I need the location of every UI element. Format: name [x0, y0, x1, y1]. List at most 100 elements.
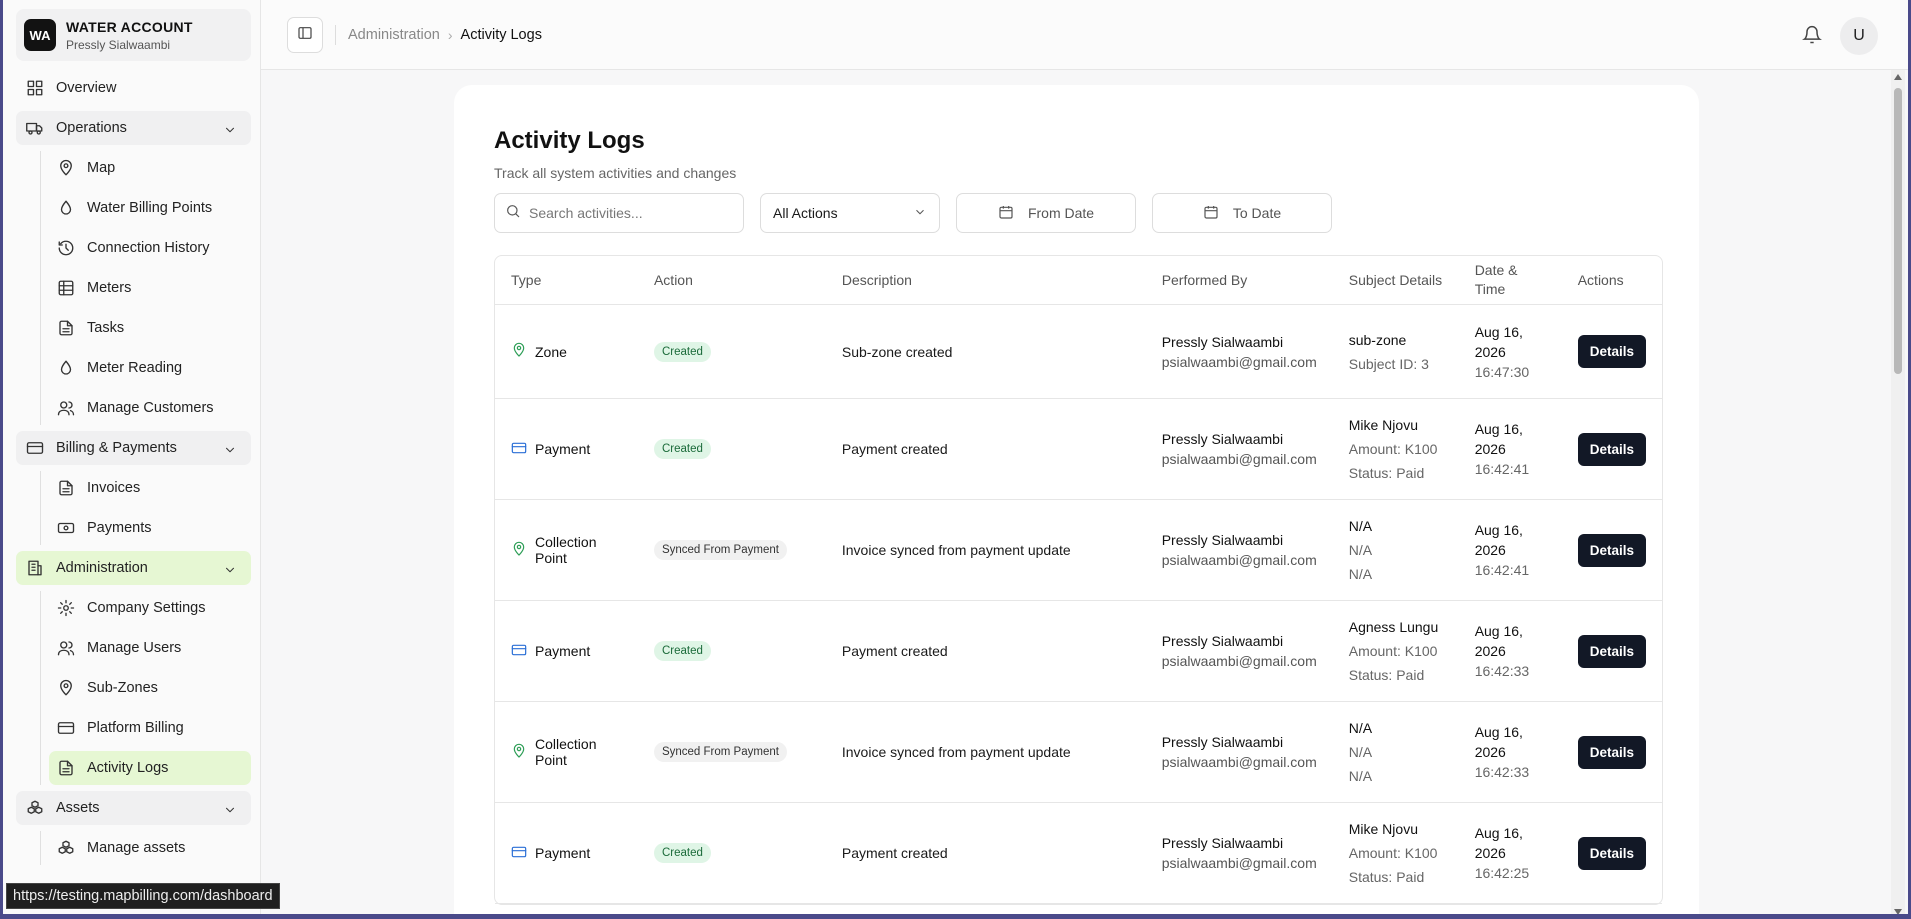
subject-detail-line: N/A [1348, 744, 1373, 760]
type-label: Collection Point [535, 736, 597, 768]
sidebar-item-label: Overview [56, 80, 117, 96]
details-button[interactable]: Details [1577, 432, 1646, 466]
type-cell: Payment [495, 399, 638, 500]
sidebar-toggle-button[interactable] [287, 16, 323, 53]
bell-icon[interactable] [1802, 25, 1822, 50]
sidebar-item-overview[interactable]: Overview [16, 71, 251, 105]
sidebar-item-label: Payments [87, 520, 152, 536]
map-pin-icon [511, 541, 527, 560]
history-icon [57, 239, 75, 257]
scrollbar-thumb[interactable] [1894, 88, 1902, 374]
sidebar-item-label: Company Settings [87, 600, 206, 616]
date-time-cell: Aug 16, 2026 16:42:41 [1458, 500, 1562, 601]
sidebar-item-platform-billing[interactable]: Platform Billing [49, 711, 251, 745]
action-badge: Created [653, 341, 711, 362]
sidebar-item-map[interactable]: Map [49, 151, 251, 185]
sidebar-item-payments[interactable]: Payments [49, 511, 251, 545]
actions-cell: Details [1561, 305, 1662, 399]
details-button[interactable]: Details [1577, 335, 1646, 368]
column-header-actions: Actions [1561, 256, 1662, 305]
account-switcher[interactable]: WA WATER ACCOUNT Pressly Sialwaambi [16, 9, 251, 61]
droplet-icon [57, 199, 75, 217]
date-time-cell: Aug 16, 2026 16:42:25 [1458, 803, 1562, 904]
details-button[interactable]: Details [1577, 836, 1646, 870]
boxes-icon [57, 839, 75, 857]
sidebar-item-manage-assets[interactable]: Manage assets [49, 831, 251, 865]
sidebar-item-manage-customers[interactable]: Manage Customers [49, 391, 251, 425]
sidebar-group-assets[interactable]: Assets [16, 791, 251, 825]
map-pin-icon [511, 743, 527, 762]
actions-cell: Details [1561, 399, 1662, 500]
activity-logs-card: Activity Logs Track all system activitie… [454, 85, 1699, 919]
sidebar-item-sub-zones[interactable]: Sub-Zones [49, 671, 251, 705]
date-text: Aug 16, 2026 [1474, 724, 1523, 760]
sidebar-item-invoices[interactable]: Invoices [49, 471, 251, 505]
details-button[interactable]: Details [1577, 634, 1646, 668]
panel-left-icon [297, 25, 313, 44]
boxes-icon [26, 799, 44, 817]
subject-detail-line: N/A [1348, 720, 1373, 736]
sidebar-item-label: Platform Billing [87, 720, 184, 736]
breadcrumb-parent[interactable]: Administration [348, 27, 440, 43]
credit-card-icon [511, 440, 527, 459]
sidebar-group-billing[interactable]: Billing & Payments [16, 431, 251, 465]
sidebar-item-tasks[interactable]: Tasks [49, 311, 251, 345]
performer-email: psialwaambi@gmail.com [1161, 353, 1317, 370]
from-date-button[interactable]: From Date [956, 193, 1136, 233]
file-text-icon [57, 759, 75, 777]
search-box [494, 193, 744, 233]
billing-submenu: Invoices Payments [40, 471, 251, 545]
search-input[interactable] [529, 205, 729, 221]
performer-email: psialwaambi@gmail.com [1161, 451, 1317, 467]
performer-email: psialwaambi@gmail.com [1161, 754, 1317, 770]
sidebar-item-meter-reading[interactable]: Meter Reading [49, 351, 251, 385]
users-icon [57, 639, 75, 657]
subject-detail-line: N/A [1348, 768, 1373, 784]
avatar[interactable]: U [1840, 17, 1878, 55]
vertical-scrollbar[interactable] [1891, 70, 1905, 919]
chevron-down-icon [221, 121, 239, 139]
from-date-label: From Date [1027, 205, 1095, 221]
subject-detail-line: Status: Paid [1348, 869, 1425, 885]
users-icon [57, 399, 75, 417]
type-cell: Collection Point [495, 500, 638, 601]
to-date-button[interactable]: To Date [1152, 193, 1332, 233]
details-button[interactable]: Details [1577, 533, 1646, 567]
subject-detail-line: Status: Paid [1348, 667, 1425, 683]
performer-email: psialwaambi@gmail.com [1161, 653, 1317, 669]
page-subtitle: Track all system activities and changes [494, 165, 737, 181]
sidebar-group-operations[interactable]: Operations [16, 111, 251, 145]
map-pin-icon [511, 342, 527, 361]
sidebar-item-label: Tasks [87, 320, 125, 336]
action-filter-select[interactable]: All Actions [760, 193, 940, 233]
type-cell: Payment [495, 601, 638, 702]
sidebar-item-water-billing-points[interactable]: Water Billing Points [49, 191, 251, 225]
column-header-type: Type [495, 256, 638, 305]
credit-card-icon [511, 844, 527, 863]
administration-submenu: Company Settings Manage Users Sub-Zones … [40, 591, 251, 785]
sidebar-item-label: Manage Customers [87, 400, 214, 416]
sidebar-item-connection-history[interactable]: Connection History [49, 231, 251, 265]
divider [335, 24, 336, 45]
action-badge: Synced From Payment [653, 540, 787, 560]
type-label: Collection Point [535, 534, 597, 566]
subject-detail-line: Amount: K100 [1348, 845, 1438, 861]
column-header-date-time: Date & Time [1458, 256, 1562, 305]
details-button[interactable]: Details [1577, 735, 1646, 769]
time-text: 16:42:33 [1474, 663, 1530, 679]
sidebar-item-manage-users[interactable]: Manage Users [49, 631, 251, 665]
sidebar-item-meters[interactable]: Meters [49, 271, 251, 305]
sidebar-item-label: Connection History [87, 240, 210, 256]
scroll-up-arrow[interactable] [1894, 74, 1902, 80]
banknote-icon [57, 519, 75, 537]
credit-card-icon [511, 642, 527, 661]
page-title: Activity Logs [494, 127, 645, 154]
performer-name: Pressly Sialwaambi [1161, 333, 1284, 350]
subject-detail-line: Mike Njovu [1348, 821, 1418, 837]
top-bar: Administration › Activity Logs U [261, 0, 1908, 70]
actions-cell: Details [1561, 702, 1662, 803]
sidebar-item-activity-logs[interactable]: Activity Logs [49, 751, 251, 785]
action-badge: Created [653, 439, 711, 459]
sidebar-item-company-settings[interactable]: Company Settings [49, 591, 251, 625]
sidebar-group-administration[interactable]: Administration [16, 551, 251, 585]
